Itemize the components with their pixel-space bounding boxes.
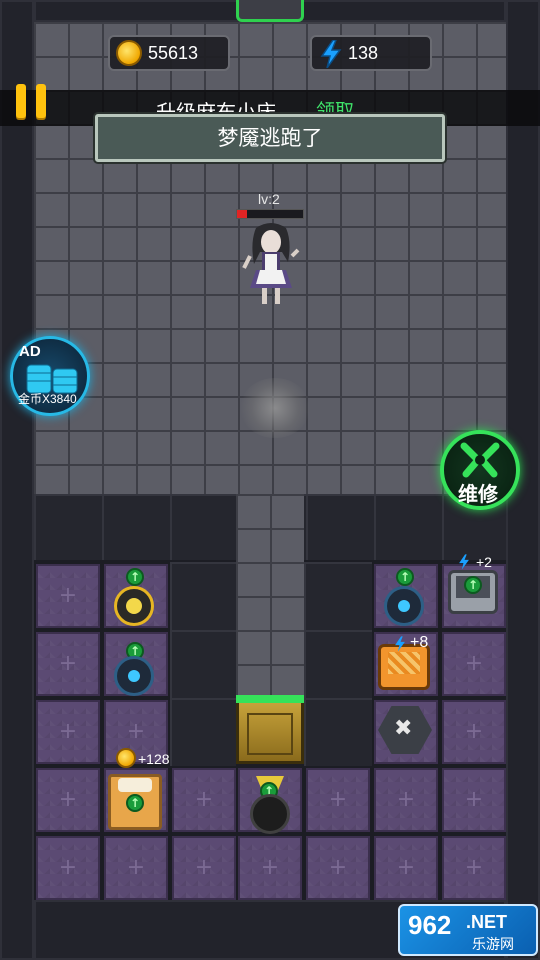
bedroom-door[interactable] <box>236 695 304 764</box>
lightning-icon <box>459 554 469 570</box>
turret-base <box>384 586 424 626</box>
nightmare-ghost-icon[interactable] <box>242 222 300 310</box>
plus-icon: + <box>464 719 484 744</box>
turret-blue-right[interactable]: ↑ <box>380 568 430 628</box>
energy-gain-2: +8 <box>410 634 429 651</box>
coin-icon <box>116 40 142 66</box>
energy-counter: 138 <box>310 35 432 71</box>
room-tile[interactable]: + <box>442 836 506 900</box>
repair-label: 维修 <box>458 482 498 506</box>
enemy-level: lv:2 <box>258 191 280 207</box>
room-tile[interactable]: + <box>36 632 100 696</box>
top-door <box>236 0 304 22</box>
plus-icon: + <box>464 787 484 812</box>
room-tile[interactable]: + <box>172 836 236 900</box>
enemy-health-bar <box>236 209 304 219</box>
coin-value: 55613 <box>148 43 199 63</box>
upgrade-arrow-icon: ↑ <box>126 568 144 586</box>
room-tile[interactable]: + <box>172 768 236 832</box>
plus-icon: + <box>396 855 416 880</box>
room-tile[interactable]: + <box>104 836 168 900</box>
plus-icon: + <box>126 719 146 744</box>
bed[interactable]: ↑ <box>104 766 164 832</box>
plus-icon: + <box>194 855 214 880</box>
coin-counter: 55613 <box>108 35 230 71</box>
pause-icon-bar <box>36 84 46 118</box>
inner-wall-right <box>304 562 372 766</box>
upgrade-arrow-icon: ↑ <box>126 794 144 812</box>
coin-gain: +128 <box>138 751 170 767</box>
door-health-bar <box>236 695 304 703</box>
plus-icon: + <box>464 651 484 676</box>
room-tile[interactable]: + <box>238 836 302 900</box>
inner-wall <box>170 562 236 766</box>
turret-base <box>250 794 290 834</box>
room-tile[interactable]: + <box>36 768 100 832</box>
room-tile[interactable]: + <box>442 768 506 832</box>
plus-icon: + <box>396 787 416 812</box>
upgrade-arrow-icon: ↑ <box>464 576 482 594</box>
turret-yellow[interactable]: ↑ <box>112 568 158 628</box>
watermark-suffix: .NET <box>466 912 508 932</box>
plus-icon: + <box>58 583 78 608</box>
plus-icon: + <box>260 855 280 880</box>
room-tile[interactable]: + <box>306 768 370 832</box>
turret-head <box>126 598 142 614</box>
plus-icon: + <box>464 855 484 880</box>
turret-base <box>114 656 154 696</box>
turret-lamp[interactable]: ↑ <box>246 776 294 836</box>
room-tile[interactable]: + <box>442 632 506 696</box>
smoke-cloud <box>240 378 310 438</box>
pillow <box>118 778 152 792</box>
watermark-number: 962 <box>408 910 452 940</box>
room-tile[interactable]: + <box>442 700 506 764</box>
turret-blue[interactable]: ↑ <box>112 642 158 696</box>
plus-icon: + <box>126 855 146 880</box>
plus-icon: + <box>58 719 78 744</box>
lightning-icon <box>320 40 342 68</box>
plus-icon: + <box>58 787 78 812</box>
room-tile[interactable]: + <box>36 700 100 764</box>
plus-icon: + <box>58 651 78 676</box>
plus-icon: + <box>328 855 348 880</box>
plus-icon: + <box>194 787 214 812</box>
tools-icon: ✖ <box>394 716 413 741</box>
room-tile[interactable]: + <box>306 836 370 900</box>
repair-button[interactable]: 维修 <box>440 430 520 510</box>
box-screen <box>388 652 420 674</box>
ad-bonus-label: 金币X3840 <box>18 392 77 406</box>
wall-left <box>0 0 34 960</box>
corridor <box>236 494 304 700</box>
room-tile[interactable]: + <box>374 836 438 900</box>
plus-icon: + <box>58 855 78 880</box>
room-tile[interactable]: + <box>374 768 438 832</box>
room-tile[interactable]: + <box>36 564 100 628</box>
energy-gain: +2 <box>476 554 492 570</box>
coin-icon <box>116 748 136 768</box>
wrench-icon <box>460 442 500 478</box>
enemy-health-fill <box>237 210 247 218</box>
lightning-icon <box>395 636 405 652</box>
plus-icon: + <box>328 787 348 812</box>
ad-badge: AD <box>19 343 41 360</box>
toast-message: 梦魇逃跑了 <box>95 114 445 162</box>
watermark-site: 乐游网 <box>472 937 514 953</box>
pause-icon <box>16 84 26 118</box>
door-panel <box>247 713 293 755</box>
upgrade-arrow-icon: ↑ <box>396 568 414 586</box>
room-tile[interactable]: + <box>36 836 100 900</box>
energy-value: 138 <box>348 43 379 63</box>
energy-generator[interactable]: ↑ <box>446 566 500 622</box>
site-watermark: 962 .NET 乐游网 <box>398 904 538 956</box>
pause-button[interactable] <box>14 84 50 122</box>
